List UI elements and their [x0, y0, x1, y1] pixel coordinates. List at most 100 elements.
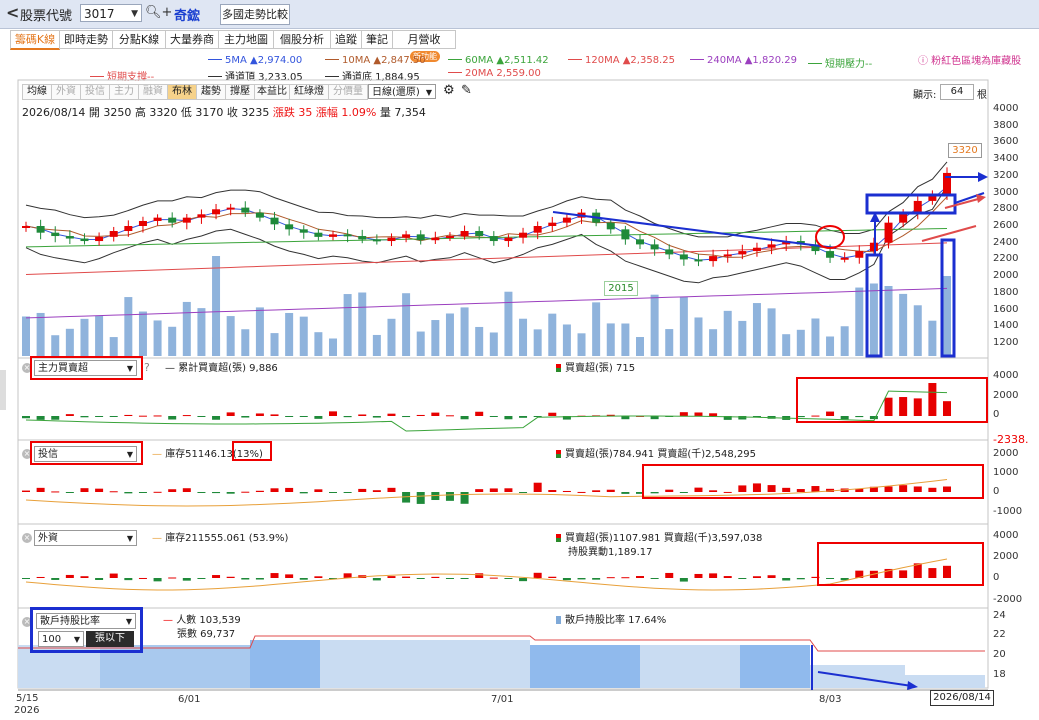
foreign-axis-tick: 0 — [993, 572, 1000, 583]
main-force-bar — [694, 412, 703, 416]
volume-bar — [811, 318, 820, 356]
main-force-bar — [329, 411, 337, 416]
holder-ratio-bar — [320, 640, 530, 688]
foreign-bar — [709, 573, 718, 578]
foreign-bar — [402, 576, 411, 578]
candle-body — [913, 200, 922, 213]
main-force-bar — [855, 416, 864, 418]
candle-body — [197, 214, 206, 218]
volume-bar — [372, 334, 381, 356]
volume-bar — [124, 297, 133, 356]
trust-bar — [182, 488, 191, 492]
main-force-bar — [80, 416, 89, 418]
foreign-bar — [270, 573, 279, 578]
trust-bar — [299, 492, 308, 494]
main-force-bar — [869, 416, 878, 420]
trust-bar — [767, 485, 776, 492]
trust-bar — [621, 492, 630, 494]
main-force-bar — [884, 397, 893, 416]
foreign-bar — [314, 576, 323, 578]
trust-bar — [943, 486, 951, 492]
volume-bar — [51, 335, 60, 356]
price-axis-tick: 2600 — [993, 220, 1019, 231]
candle-body — [519, 232, 528, 238]
main-force-axis-tick: 4000 — [993, 370, 1019, 381]
foreign-bar — [592, 578, 601, 580]
volume-bar — [709, 329, 718, 356]
candle-body — [679, 254, 688, 260]
holder-ratio-bar — [530, 645, 640, 688]
main-force-bar — [431, 412, 440, 416]
main-force-bar — [709, 413, 718, 416]
holder-shares-label: 張數 69,737 — [177, 629, 236, 640]
volume-bar — [168, 326, 177, 356]
main-force-bar — [51, 416, 60, 420]
volume-bar — [592, 302, 601, 356]
trust-bar — [475, 489, 484, 492]
volume-bar — [416, 331, 425, 356]
candle-body — [709, 256, 718, 262]
main-force-bar — [548, 412, 557, 416]
foreign-bar — [826, 578, 835, 579]
trust-bar — [577, 491, 586, 493]
foreign-bar — [562, 578, 571, 581]
volume-bar — [519, 318, 528, 356]
foreign-bar — [796, 578, 805, 580]
main-force-bar — [475, 411, 484, 416]
trust-bar — [372, 490, 381, 492]
holder-ratio-bar — [250, 640, 320, 688]
main-force-bar — [372, 416, 381, 418]
foreign-bar — [80, 576, 89, 578]
volume-bar — [826, 336, 835, 356]
main-force-bar — [358, 414, 367, 416]
foreign-bar — [665, 572, 674, 578]
volume-bar — [22, 316, 30, 356]
volume-bar — [255, 307, 264, 356]
foreign-bar — [138, 577, 147, 579]
price-axis-tick: 1800 — [993, 286, 1019, 298]
main-force-bar — [387, 413, 396, 416]
foreign-bar — [95, 578, 104, 580]
main-force-bar — [796, 416, 805, 418]
trust-axis-tick: 1000 — [993, 467, 1019, 478]
volume-bar — [548, 313, 557, 356]
volume-bar — [182, 301, 191, 356]
help-icon[interactable]: ? — [144, 361, 150, 374]
foreign-bar — [197, 578, 206, 579]
trust-bar — [913, 486, 922, 492]
candle-body — [562, 217, 571, 223]
candle-body — [621, 229, 630, 240]
candle-body — [650, 244, 659, 250]
holder-ratio-bar — [740, 645, 810, 688]
candle-body — [548, 222, 557, 226]
trust-bar — [329, 492, 337, 493]
trust-bar — [212, 492, 221, 494]
trust-bar — [358, 488, 367, 492]
volume-bar — [855, 287, 864, 356]
price-axis-tick: 2400 — [993, 236, 1019, 248]
main-force-bar — [343, 416, 352, 418]
main-force-bar — [826, 411, 835, 416]
price-axis-tick: 3000 — [993, 186, 1019, 198]
foreign-bar — [533, 572, 542, 578]
close-icon[interactable]: × — [22, 533, 32, 543]
candle-body — [840, 257, 849, 260]
candle-body — [329, 234, 337, 237]
foreign-bar — [636, 576, 644, 578]
candle-body — [343, 234, 352, 237]
volume-bar — [679, 296, 688, 356]
candle-body — [95, 236, 104, 242]
price-axis-tick: 3800 — [993, 119, 1019, 131]
volume-bar — [95, 315, 104, 356]
volume-bar — [109, 337, 118, 356]
foreign-bar — [767, 575, 776, 578]
price-axis-tick: 3200 — [993, 169, 1019, 181]
trust-bar — [548, 490, 557, 492]
candle-body — [489, 236, 498, 242]
candle-body — [387, 237, 396, 242]
volume-bar — [723, 310, 732, 356]
candle-body — [80, 238, 89, 242]
foreign-bar — [650, 578, 659, 579]
foreign-select[interactable]: 外資 ▼ — [34, 530, 137, 546]
foreign-bar — [928, 568, 937, 578]
